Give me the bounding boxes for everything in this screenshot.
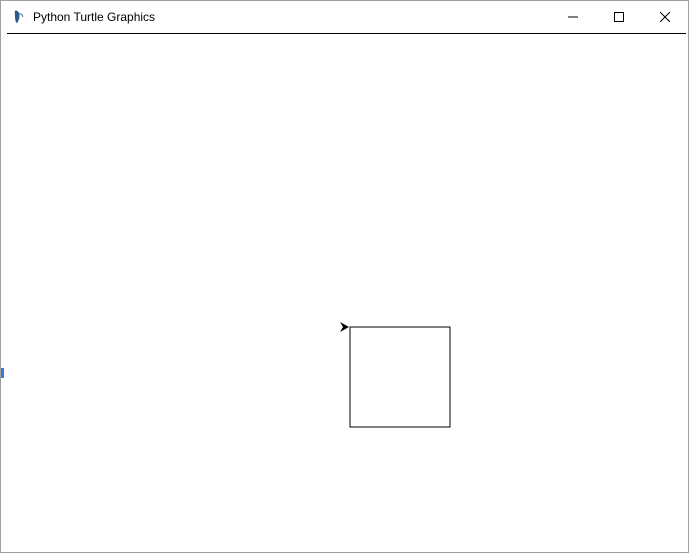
turtle-canvas [7, 33, 686, 550]
close-button[interactable] [642, 1, 688, 33]
scrollbar-indicator [1, 368, 4, 378]
application-window: Python Turtle Graphics [0, 0, 689, 553]
titlebar[interactable]: Python Turtle Graphics [1, 1, 688, 33]
turtle-drawing [7, 34, 686, 550]
window-controls [550, 1, 688, 33]
maximize-button[interactable] [596, 1, 642, 33]
turtle-cursor-icon [340, 322, 349, 332]
drawn-square [350, 327, 450, 427]
minimize-button[interactable] [550, 1, 596, 33]
app-icon [11, 9, 27, 25]
window-title: Python Turtle Graphics [33, 10, 550, 24]
